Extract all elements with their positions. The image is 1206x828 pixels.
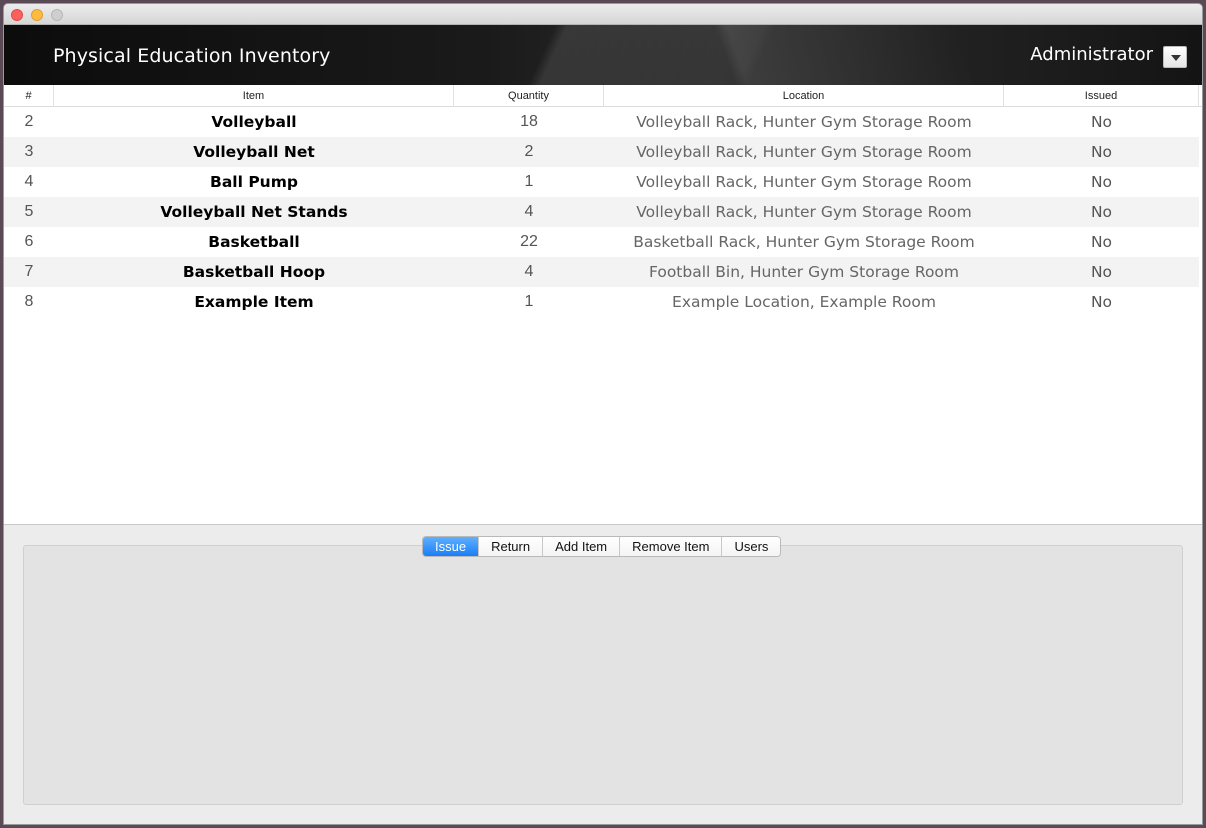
cell-issued: No [1090, 263, 1113, 281]
action-tabs: Issue Return Add Item Remove Item Users [422, 536, 782, 557]
table-row[interactable]: 4 Ball Pump 1 Volleyball Rack, Hunter Gy… [4, 167, 1199, 197]
user-menu-button[interactable] [1163, 46, 1187, 68]
table-header: # Item Quantity Location Issued [4, 85, 1202, 107]
cell-issued: No [1090, 203, 1113, 221]
app-window: Physical Education Inventory Administrat… [3, 3, 1203, 825]
column-header-issued[interactable]: Issued [1004, 85, 1199, 106]
cell-location: Volleyball Rack, Hunter Gym Storage Room [636, 143, 972, 161]
table-row[interactable]: 8 Example Item 1 Example Location, Examp… [4, 287, 1199, 317]
tab-content-panel [23, 545, 1183, 805]
cell-number: 2 [24, 113, 34, 130]
chevron-down-icon [1171, 55, 1181, 61]
column-header-quantity[interactable]: Quantity [454, 85, 604, 106]
cell-location: Example Location, Example Room [672, 293, 936, 311]
cell-quantity: 22 [520, 233, 538, 250]
cell-location: Basketball Rack, Hunter Gym Storage Room [633, 233, 975, 251]
action-pane: Issue Return Add Item Remove Item Users [4, 526, 1202, 824]
column-header-item[interactable]: Item [54, 85, 454, 106]
inventory-table: # Item Quantity Location Issued 2 Volley… [4, 85, 1202, 525]
cell-location: Volleyball Rack, Hunter Gym Storage Room [636, 113, 972, 131]
tab-remove-item[interactable]: Remove Item [620, 537, 723, 556]
cell-issued: No [1090, 233, 1113, 251]
column-header-number[interactable]: # [4, 85, 54, 106]
table-row[interactable]: 5 Volleyball Net Stands 4 Volleyball Rac… [4, 197, 1199, 227]
cell-quantity: 2 [524, 143, 534, 160]
cell-quantity: 4 [524, 203, 534, 220]
app-header: Physical Education Inventory Administrat… [4, 25, 1202, 85]
cell-quantity: 4 [524, 263, 534, 280]
tab-add-item[interactable]: Add Item [543, 537, 621, 556]
cell-quantity: 1 [524, 173, 534, 190]
tab-issue[interactable]: Issue [423, 537, 480, 556]
table-row[interactable]: 6 Basketball 22 Basketball Rack, Hunter … [4, 227, 1199, 257]
tab-return[interactable]: Return [479, 537, 544, 556]
table-row[interactable]: 3 Volleyball Net 2 Volleyball Rack, Hunt… [4, 137, 1199, 167]
cell-issued: No [1090, 113, 1113, 131]
table-row[interactable]: 7 Basketball Hoop 4 Football Bin, Hunter… [4, 257, 1199, 287]
tab-users[interactable]: Users [722, 537, 781, 556]
cell-item: Example Item [194, 293, 314, 311]
cell-issued: No [1090, 143, 1113, 161]
column-header-location[interactable]: Location [604, 85, 1004, 106]
cell-item: Basketball [208, 233, 300, 251]
current-user-label: Administrator [1030, 44, 1153, 65]
cell-number: 8 [24, 293, 34, 310]
title-bar [4, 4, 1202, 25]
close-window-button[interactable] [11, 9, 23, 21]
cell-number: 6 [24, 233, 34, 250]
cell-item: Volleyball Net [193, 143, 315, 161]
cell-issued: No [1090, 173, 1113, 191]
table-row[interactable]: 2 Volleyball 18 Volleyball Rack, Hunter … [4, 107, 1199, 137]
table-body: 2 Volleyball 18 Volleyball Rack, Hunter … [4, 107, 1199, 317]
cell-item: Ball Pump [210, 173, 298, 191]
cell-issued: No [1090, 293, 1113, 311]
cell-item: Basketball Hoop [182, 263, 326, 281]
cell-location: Football Bin, Hunter Gym Storage Room [648, 263, 960, 281]
cell-location: Volleyball Rack, Hunter Gym Storage Room [636, 203, 972, 221]
cell-number: 7 [24, 263, 34, 280]
cell-number: 5 [24, 203, 34, 220]
zoom-window-button[interactable] [51, 9, 63, 21]
cell-quantity: 18 [520, 113, 538, 130]
cell-location: Volleyball Rack, Hunter Gym Storage Room [636, 173, 972, 191]
cell-number: 3 [24, 143, 34, 160]
minimize-window-button[interactable] [31, 9, 43, 21]
cell-item: Volleyball [211, 113, 297, 131]
cell-item: Volleyball Net Stands [160, 203, 348, 221]
cell-number: 4 [24, 173, 34, 190]
app-title: Physical Education Inventory [53, 45, 331, 67]
cell-quantity: 1 [524, 293, 534, 310]
